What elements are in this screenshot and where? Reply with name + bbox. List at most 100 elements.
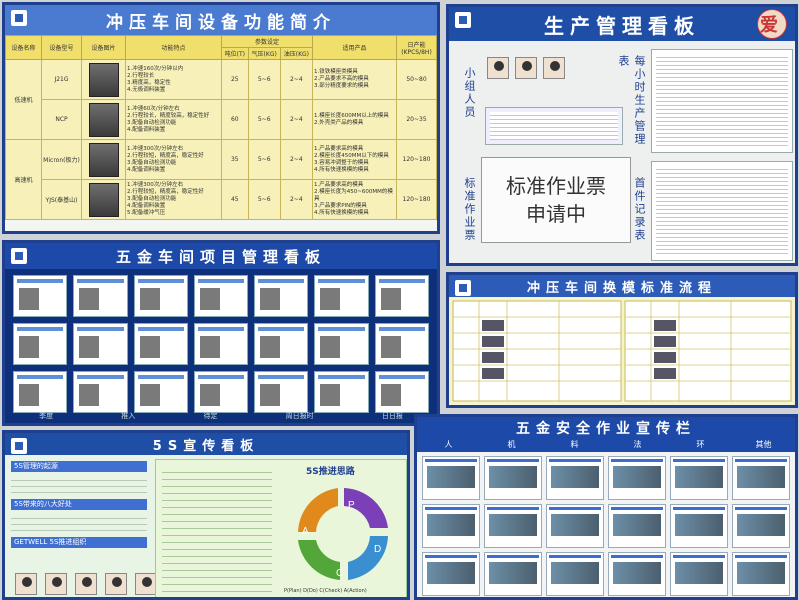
- capacity-cell: 120~180: [396, 139, 437, 180]
- section-heading: 5S管理的起源: [11, 461, 147, 472]
- pdca-cycle-diagram: P D C A: [298, 488, 388, 580]
- org-chart: [15, 573, 157, 595]
- model-cell: Micron(极力): [41, 139, 82, 180]
- ton-cell: 45: [221, 179, 249, 220]
- products-cell: 1.产品要求高的模具 2.模座长度为450~600MM的模具 3.产品要求PIN…: [312, 179, 397, 220]
- pdca-a: A: [302, 526, 309, 537]
- safety-card: [484, 456, 542, 500]
- panel-text: [162, 466, 272, 594]
- 5s-promotion-board: 5S宣传看板 5S管理的起源 5S带来的八大好处 GETWELL 5S推进组织 …: [2, 430, 410, 600]
- oil-cell: 2~4: [279, 139, 314, 180]
- press-machine-icon: [88, 102, 119, 137]
- pdca-legend: P(Plan) D(Do) C(Check) A(Action): [284, 588, 367, 594]
- section-heading: 5S带来的八大好处: [11, 499, 147, 510]
- category-label: 其他: [755, 440, 772, 449]
- board5-banner: 5S宣传看板: [5, 433, 407, 455]
- board5-title: 5S宣传看板: [152, 438, 260, 454]
- category-label: 环: [696, 440, 705, 449]
- photo-collage: 冲压车间设备功能简介 设备名称 设备型号 设备图片 功能特点 参数设定 适用产品…: [0, 0, 800, 600]
- safety-card: [670, 552, 728, 596]
- col-header: 设备名称: [5, 35, 42, 60]
- footer-label: 日日报: [381, 412, 403, 420]
- model-cell: J21G: [41, 59, 82, 100]
- board6-banner: 五金安全作业宣传栏: [417, 417, 795, 439]
- team-photo: [487, 57, 509, 79]
- team-photo: [543, 57, 565, 79]
- capacity-cell: 50~80: [396, 59, 437, 100]
- features-cell: 1.冲速300次/分钟左右 2.行程较短，精度高，稳定性好 3.配备自动检测功能…: [125, 179, 222, 220]
- board4-banner: 冲压车间换模标准流程: [449, 275, 795, 297]
- footer-label: 季度: [39, 412, 54, 420]
- category-bar: 人 机 料 法 环 其他: [417, 439, 795, 452]
- products-cell: 1.铁铁模座类模具 2.产品要求不高的模具 3.部分精度要求的模具: [312, 59, 397, 100]
- board3-title: 五金车间项目管理看板: [115, 247, 326, 266]
- safety-card: [422, 456, 480, 500]
- project-document: [133, 371, 188, 413]
- capacity-cell: 120~180: [396, 179, 437, 220]
- category-label: 人: [444, 440, 453, 449]
- safety-card: [732, 456, 790, 500]
- oil-cell: 2~4: [279, 179, 314, 220]
- oil-cell: 2~4: [279, 99, 314, 140]
- sub-header: 油压(KG): [279, 47, 314, 60]
- safety-card: [670, 504, 728, 548]
- group-cell: 低速机: [5, 59, 42, 140]
- equipment-function-board: 冲压车间设备功能简介 设备名称 设备型号 设备图片 功能特点 参数设定 适用产品…: [2, 2, 440, 234]
- stamp-line1: 标准作业票: [506, 174, 606, 198]
- company-logo-icon: [11, 10, 27, 26]
- project-document: [314, 275, 369, 317]
- group-cell: 高速机: [5, 139, 42, 220]
- col-header: 设备型号: [41, 35, 82, 60]
- safety-card: [546, 552, 604, 596]
- member-photo: [75, 573, 97, 595]
- col-header: 日产能(KPCS/8H): [396, 35, 437, 60]
- category-label: 法: [633, 440, 642, 449]
- project-document: [13, 371, 68, 413]
- pdca-c: C: [336, 568, 343, 579]
- first-article-label: 首件记录表: [633, 177, 646, 242]
- features-cell: 1.冲速300次/分钟左右 2.行程较短，精度高，稳定性好 3.配备自动检测功能…: [125, 139, 222, 180]
- company-logo-icon: [455, 12, 471, 28]
- col-header: 参数设定: [221, 35, 313, 48]
- project-docs-grid: [5, 269, 437, 419]
- table-row: NCP 1.冲速60次/分钟左右 2.行程较长，精度较高，稳定性好 3.配备自动…: [6, 99, 437, 140]
- project-document: [254, 275, 309, 317]
- board2-banner: 生产管理看板 爱: [449, 7, 795, 41]
- model-cell: NCP: [41, 99, 82, 140]
- panel-title: 5S推进思路: [306, 467, 355, 477]
- project-document: [193, 323, 249, 365]
- safety-card: [422, 552, 480, 596]
- board3-footer: 季度 推入 待定 周日报时 日日报: [5, 411, 437, 421]
- air-cell: 5~6: [247, 179, 281, 220]
- board4-title: 冲压车间换模标准流程: [526, 280, 717, 296]
- machine-photo-cell: [81, 99, 126, 140]
- board6-title: 五金安全作业宣传栏: [516, 421, 696, 437]
- oil-cell: 2~4: [279, 59, 314, 100]
- project-document: [254, 323, 309, 365]
- member-photo: [45, 573, 67, 595]
- features-cell: 1.冲速160次/分钟以内 2.行程较长 3.精度高，稳定性 4.无极调料装置: [125, 59, 222, 100]
- team-photo: [515, 57, 537, 79]
- table-row: 低速机 J21G 1.冲速160次/分钟以内 2.行程较长 3.精度高，稳定性 …: [5, 59, 437, 140]
- project-document: [314, 371, 369, 413]
- safety-card: [608, 552, 666, 596]
- sub-header: 气压(KG): [247, 47, 281, 60]
- safety-card: [732, 552, 790, 596]
- project-document: [73, 323, 128, 365]
- member-photo: [15, 573, 37, 595]
- table-row: YJS(泰基山) 1.冲速300次/分钟左右 2.行程较短，精度高，稳定性好 3…: [6, 179, 437, 220]
- safety-cards-grid: [417, 452, 795, 597]
- project-document: [193, 275, 249, 317]
- footer-label: 推入: [121, 412, 136, 420]
- col-header: 功能特点: [125, 35, 222, 60]
- footer-label: 待定: [203, 412, 218, 420]
- footer-label: 周日报时: [285, 412, 314, 420]
- press-machine-icon: [88, 62, 119, 97]
- company-logo-icon: [455, 280, 471, 296]
- section-text: [11, 513, 147, 533]
- project-document: [374, 275, 429, 317]
- board3-banner: 五金车间项目管理看板: [5, 243, 437, 269]
- category-label: 料: [570, 440, 579, 449]
- safety-card: [732, 504, 790, 548]
- safety-card: [484, 504, 542, 548]
